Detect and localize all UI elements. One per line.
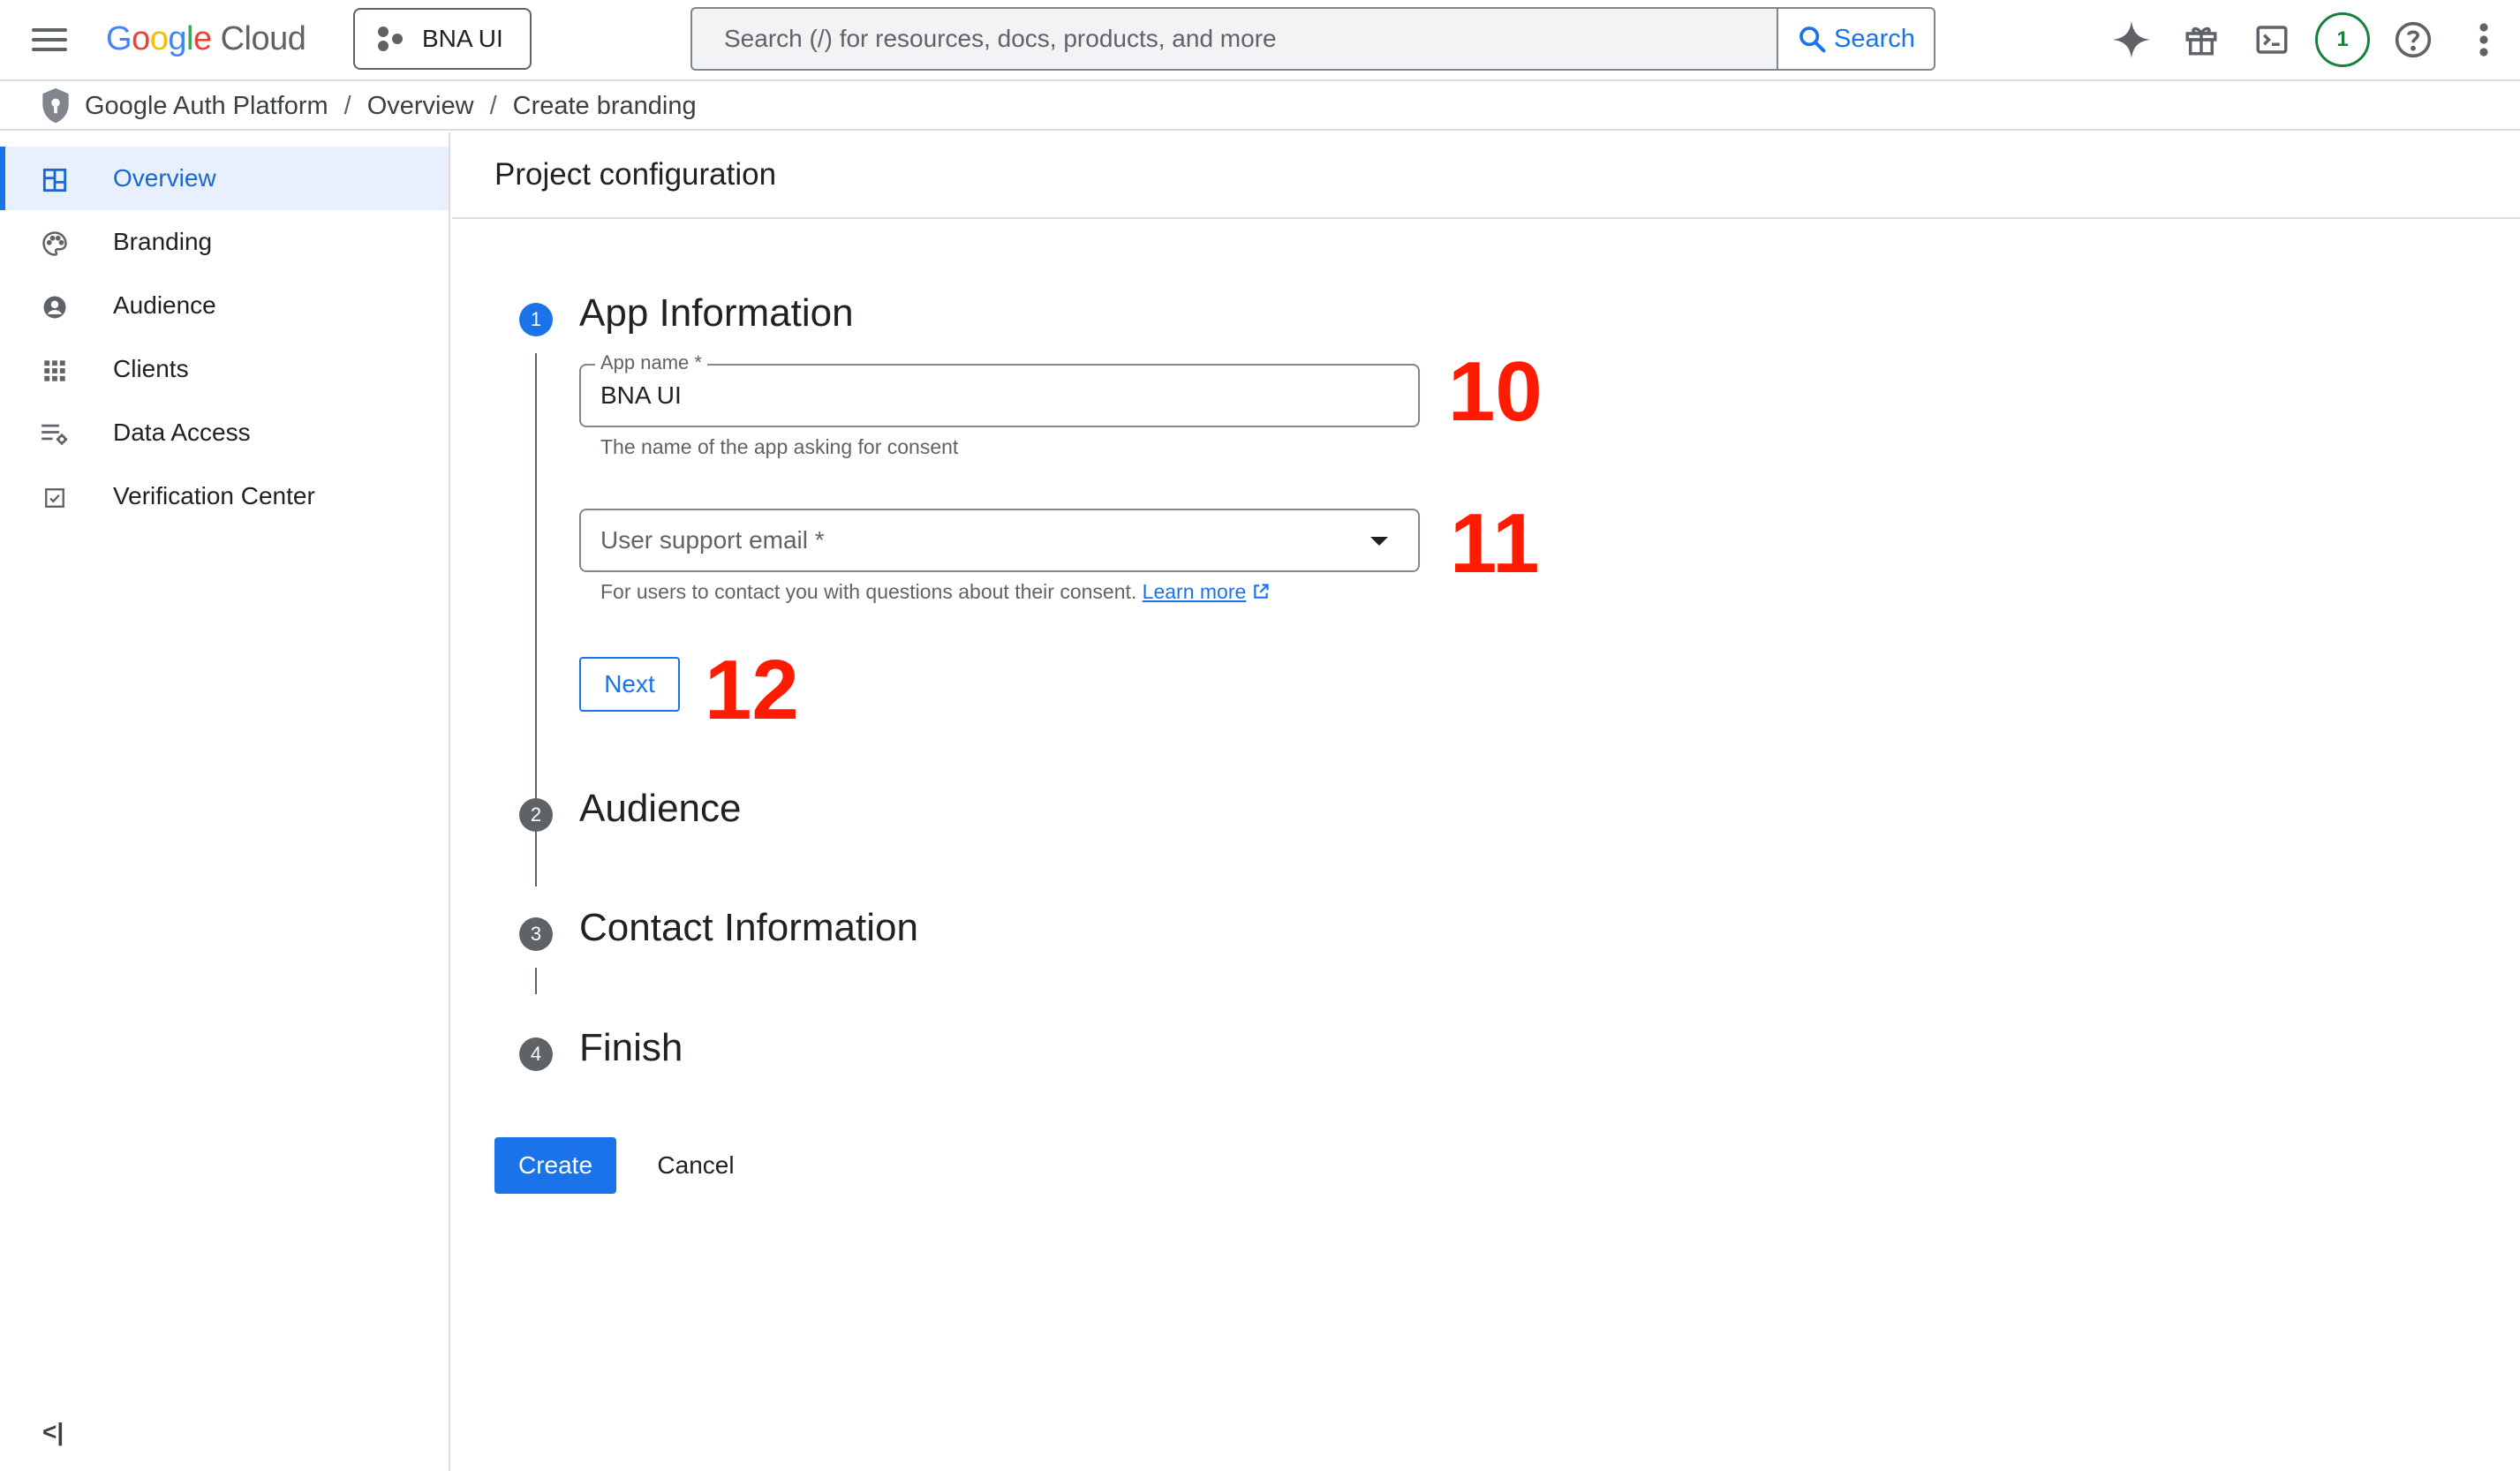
checkbox-icon [41, 484, 69, 512]
dashboard-icon [41, 166, 69, 194]
step-number-2: 2 [519, 798, 553, 832]
step-title-finish[interactable]: Finish [579, 1026, 683, 1070]
user-support-email-select[interactable]: User support email * [579, 509, 1420, 572]
step-number-4: 4 [519, 1037, 553, 1071]
breadcrumb-separator: / [343, 91, 351, 120]
page-title: Project configuration [452, 132, 2520, 219]
chevron-down-icon [1370, 537, 1388, 546]
step-title-contact-information[interactable]: Contact Information [579, 906, 918, 950]
user-support-email-hint: For users to contact you with questions … [600, 580, 1270, 604]
sidebar-item-clients[interactable]: Clients [0, 337, 449, 401]
project-icon [378, 26, 404, 51]
step-connector [535, 968, 537, 994]
cancel-button[interactable]: Cancel [634, 1137, 758, 1194]
breadcrumb: Google Auth Platform / Overview / Create… [0, 83, 2520, 131]
sidebar-item-data-access[interactable]: Data Access [0, 401, 449, 464]
app-name-value[interactable]: BNA UI [600, 381, 682, 410]
search-input[interactable] [692, 9, 1777, 69]
step-number-3: 3 [519, 917, 553, 951]
project-name: BNA UI [422, 25, 503, 52]
search-bar: Search [690, 7, 1935, 71]
breadcrumb-separator: / [489, 91, 497, 120]
sidebar: Overview Branding Audience Clients Data … [0, 132, 450, 1471]
sidebar-item-label: Data Access [113, 419, 251, 446]
breadcrumb-item-overview[interactable]: Overview [367, 92, 474, 121]
breadcrumb-item-create-branding: Create branding [512, 91, 697, 120]
top-bar: GoogleCloud BNA UI Search 1 [0, 0, 2520, 81]
cloud-shell-icon[interactable] [2250, 18, 2294, 62]
app-name-hint: The name of the app asking for consent [600, 435, 959, 458]
menu-icon[interactable] [32, 25, 67, 55]
create-button[interactable]: Create [494, 1137, 616, 1194]
sidebar-item-label: Verification Center [113, 482, 315, 509]
open-in-new-icon[interactable] [1252, 583, 1270, 600]
next-button[interactable]: Next [579, 657, 680, 712]
help-icon[interactable] [2391, 18, 2435, 62]
notification-badge[interactable]: 1 [2315, 12, 2370, 67]
user-support-email-placeholder: User support email * [600, 526, 825, 554]
learn-more-link[interactable]: Learn more [1143, 580, 1247, 603]
sidebar-item-label: Audience [113, 291, 216, 319]
app-name-field[interactable]: App name * BNA UI [579, 351, 1420, 427]
app-name-label: App name * [595, 351, 707, 374]
collapse-sidebar-icon[interactable]: <| [42, 1418, 64, 1446]
palette-icon [41, 230, 69, 258]
annotation-label: 10 [1448, 344, 1543, 439]
apps-grid-icon [41, 357, 69, 385]
sidebar-item-audience[interactable]: Audience [0, 274, 449, 337]
sidebar-item-label: Clients [113, 355, 189, 382]
google-cloud-logo[interactable]: Google Cloud [106, 16, 306, 62]
main-content: Project configuration 1 App Information … [452, 132, 2520, 1471]
logo-word: Google [106, 20, 212, 57]
user-support-email-hint-text: For users to contact you with questions … [600, 580, 1137, 603]
sidebar-item-overview[interactable]: Overview [0, 147, 449, 210]
search-icon [1799, 26, 1826, 53]
search-button-label: Search [1834, 24, 1915, 53]
logo-product: Cloud [220, 20, 306, 57]
step-number-1: 1 [519, 303, 553, 336]
step-title-audience[interactable]: Audience [579, 787, 741, 831]
more-vert-icon[interactable] [2462, 18, 2506, 62]
learn-more-label: Learn more [1142, 580, 1247, 603]
step-title-app-information[interactable]: App Information [579, 291, 854, 336]
annotation-label: 11 [1450, 496, 1540, 591]
shield-icon [42, 87, 69, 124]
project-picker-button[interactable]: BNA UI [353, 8, 532, 70]
annotation-label: 12 [705, 643, 799, 737]
search-button[interactable]: Search [1777, 9, 1934, 69]
step-connector [535, 848, 537, 874]
sidebar-item-verification-center[interactable]: Verification Center [0, 464, 449, 528]
breadcrumb-item-auth-platform[interactable]: Google Auth Platform [85, 92, 328, 121]
gemini-sparkle-icon[interactable] [2109, 18, 2154, 62]
sidebar-item-branding[interactable]: Branding [0, 210, 449, 274]
list-settings-icon [41, 420, 69, 449]
gift-icon[interactable] [2179, 18, 2223, 62]
account-circle-icon [41, 293, 69, 321]
sidebar-item-label: Branding [113, 228, 213, 255]
sidebar-item-label: Overview [113, 164, 216, 192]
